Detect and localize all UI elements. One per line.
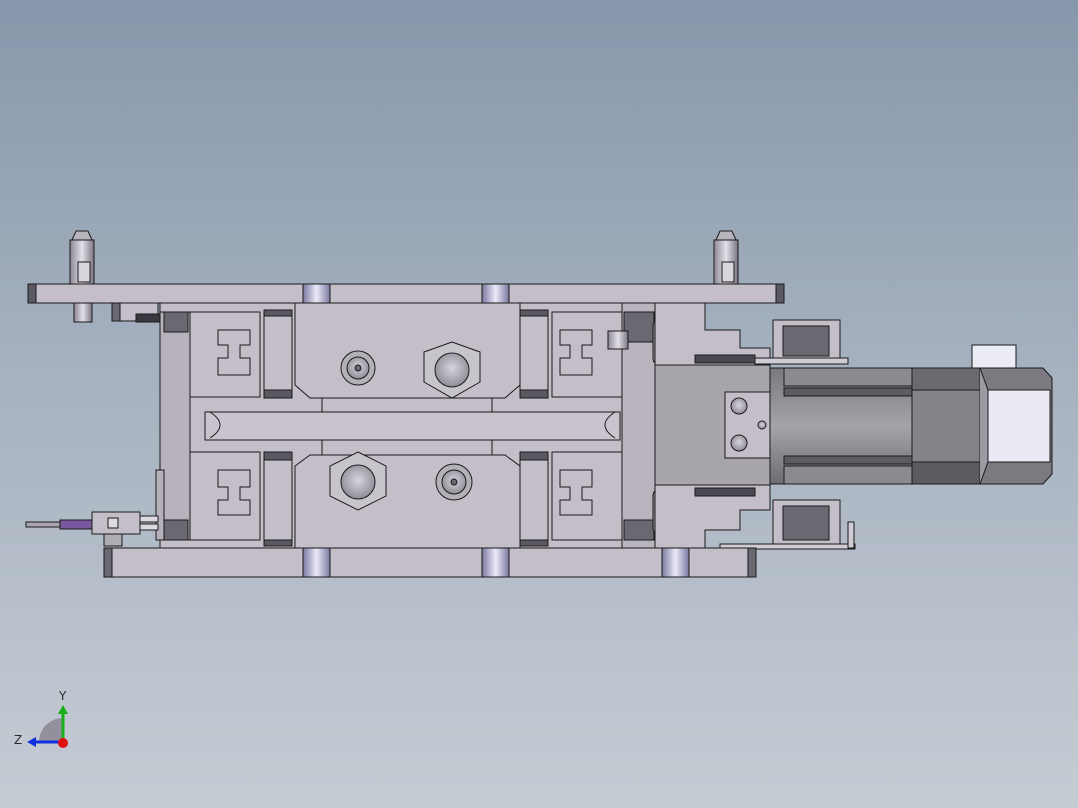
lower-guide-right [519,451,623,547]
upper-carriage [294,302,521,399]
lower-guide-left [189,451,293,547]
bottom-plate [103,547,757,578]
locating-pin-left [69,230,95,323]
upper-guide-left [189,309,293,399]
top-plate [27,283,785,304]
screw-lower [435,463,473,501]
stepper-motor [769,344,1053,485]
cad-model-drawing[interactable]: Y Z [0,0,1078,808]
locating-pin-right [713,230,739,286]
z-axis-label: Z [14,733,22,747]
y-axis-label: Y [58,689,67,703]
view-orientation-triad[interactable]: Y Z [14,689,68,748]
x-axis-dot [58,738,68,748]
screw-upper [340,350,376,386]
triad-quadrant [39,718,63,742]
upper-guide-right [519,309,623,399]
proximity-sensor [25,469,165,547]
graphics-viewport[interactable]: Y Z [0,0,1078,808]
lower-carriage [294,454,521,549]
